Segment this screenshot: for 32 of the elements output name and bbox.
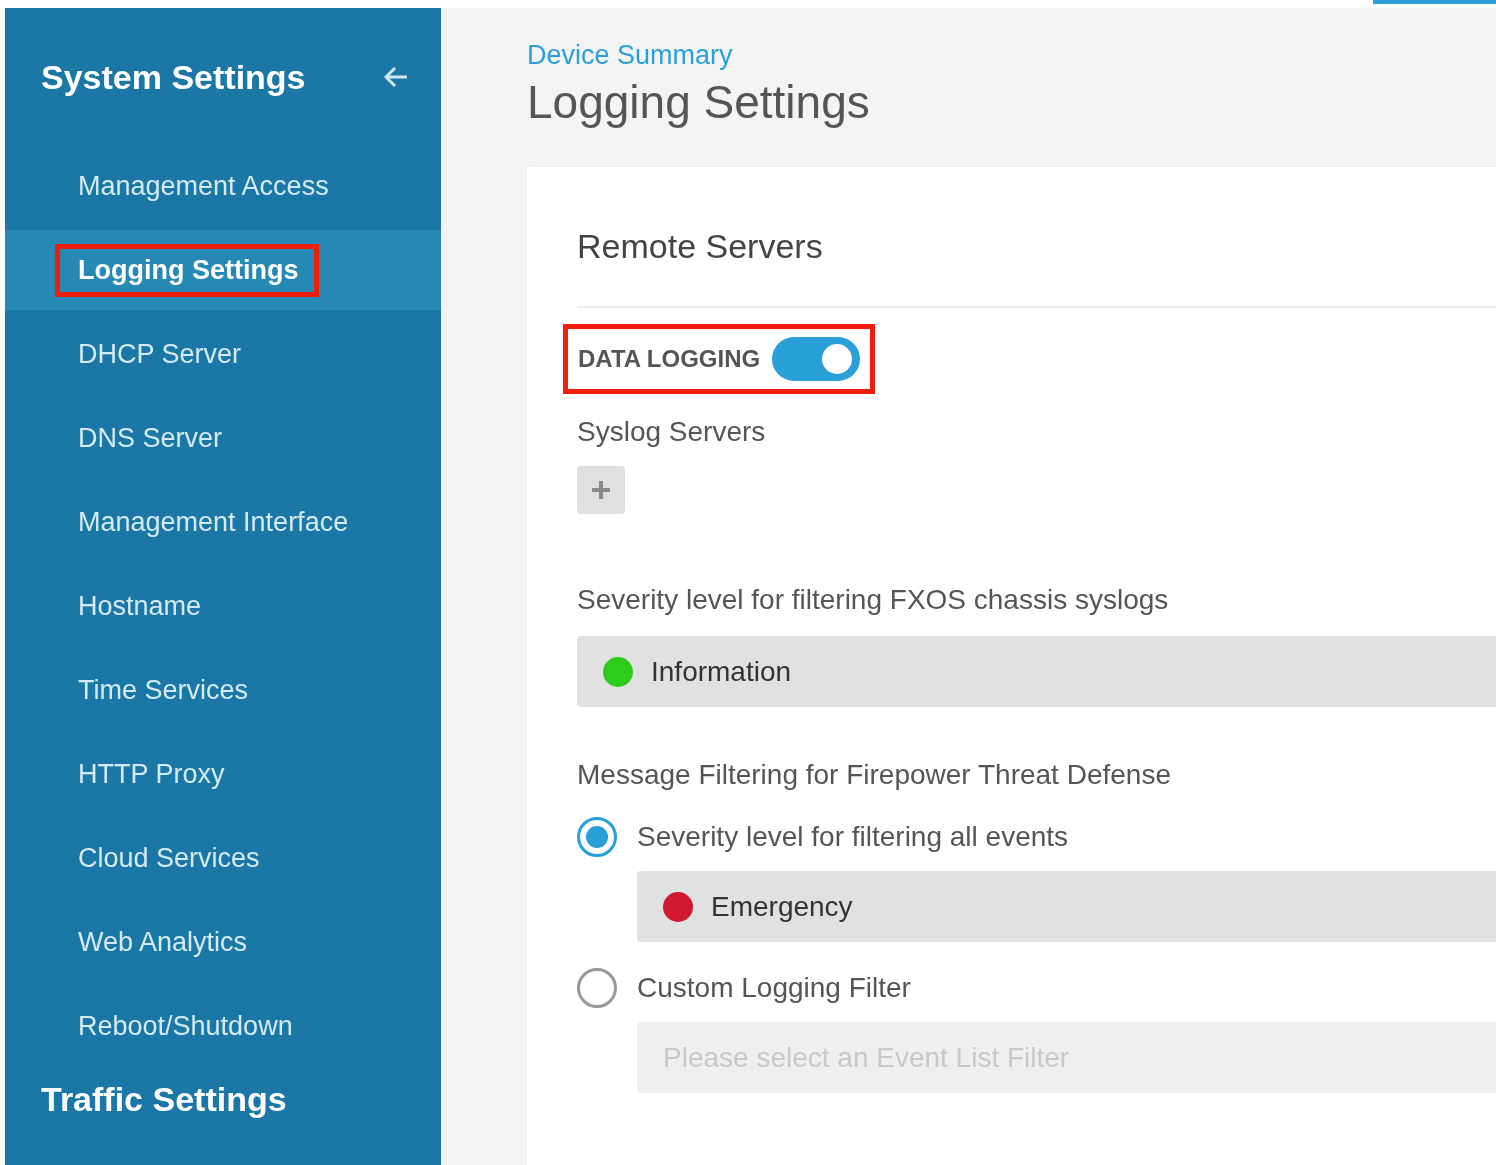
sidebar-item[interactable]: HTTP Proxy <box>55 747 246 801</box>
toggle-label: DATA LOGGING <box>578 345 761 373</box>
sidebar-item[interactable]: DHCP Server <box>55 327 263 381</box>
severity-select[interactable]: Information <box>577 636 1496 707</box>
sidebar-item[interactable]: Management Access <box>55 159 350 213</box>
breadcrumb-link[interactable]: Device Summary <box>527 40 733 70</box>
sidebar-item[interactable]: DNS Server <box>55 411 244 465</box>
field-label: Severity level for filtering FXOS chassis syslogs <box>577 584 1170 616</box>
back-arrow-icon[interactable] <box>383 66 409 88</box>
field-label: Syslog Servers <box>577 416 767 448</box>
section-label: Message Filtering for Firepower Threat Defense <box>577 759 1172 791</box>
add-button[interactable] <box>577 466 625 514</box>
sidebar-title: System Settings <box>41 57 306 97</box>
sidebar-item[interactable]: Management Interface <box>55 495 370 549</box>
toggle-switch[interactable] <box>772 337 861 381</box>
radio-button[interactable] <box>577 968 617 1008</box>
select-value: Information <box>651 655 792 688</box>
radio-button[interactable] <box>577 817 617 857</box>
sidebar-item[interactable]: Web Analytics <box>55 915 269 969</box>
sidebar-item[interactable]: Logging Settings <box>55 243 320 297</box>
sidebar-item[interactable]: Reboot/Shutdown <box>55 999 314 1053</box>
plus-icon <box>590 479 612 501</box>
radio-label: Severity level for filtering all events <box>637 821 1069 853</box>
sidebar-item[interactable]: Time Services <box>55 663 270 717</box>
sidebar-item[interactable]: Hostname <box>55 579 223 633</box>
card-title: Remote Servers <box>577 227 1496 308</box>
section-title: Traffic Settings <box>40 1080 288 1119</box>
radio-label: Custom Logging Filter <box>637 972 911 1004</box>
select-value: Emergency <box>711 890 853 923</box>
severity-select[interactable]: Emergency <box>637 871 1496 942</box>
sidebar-item[interactable]: Cloud Services <box>55 831 281 885</box>
page-title: Logging Settings <box>527 75 871 129</box>
